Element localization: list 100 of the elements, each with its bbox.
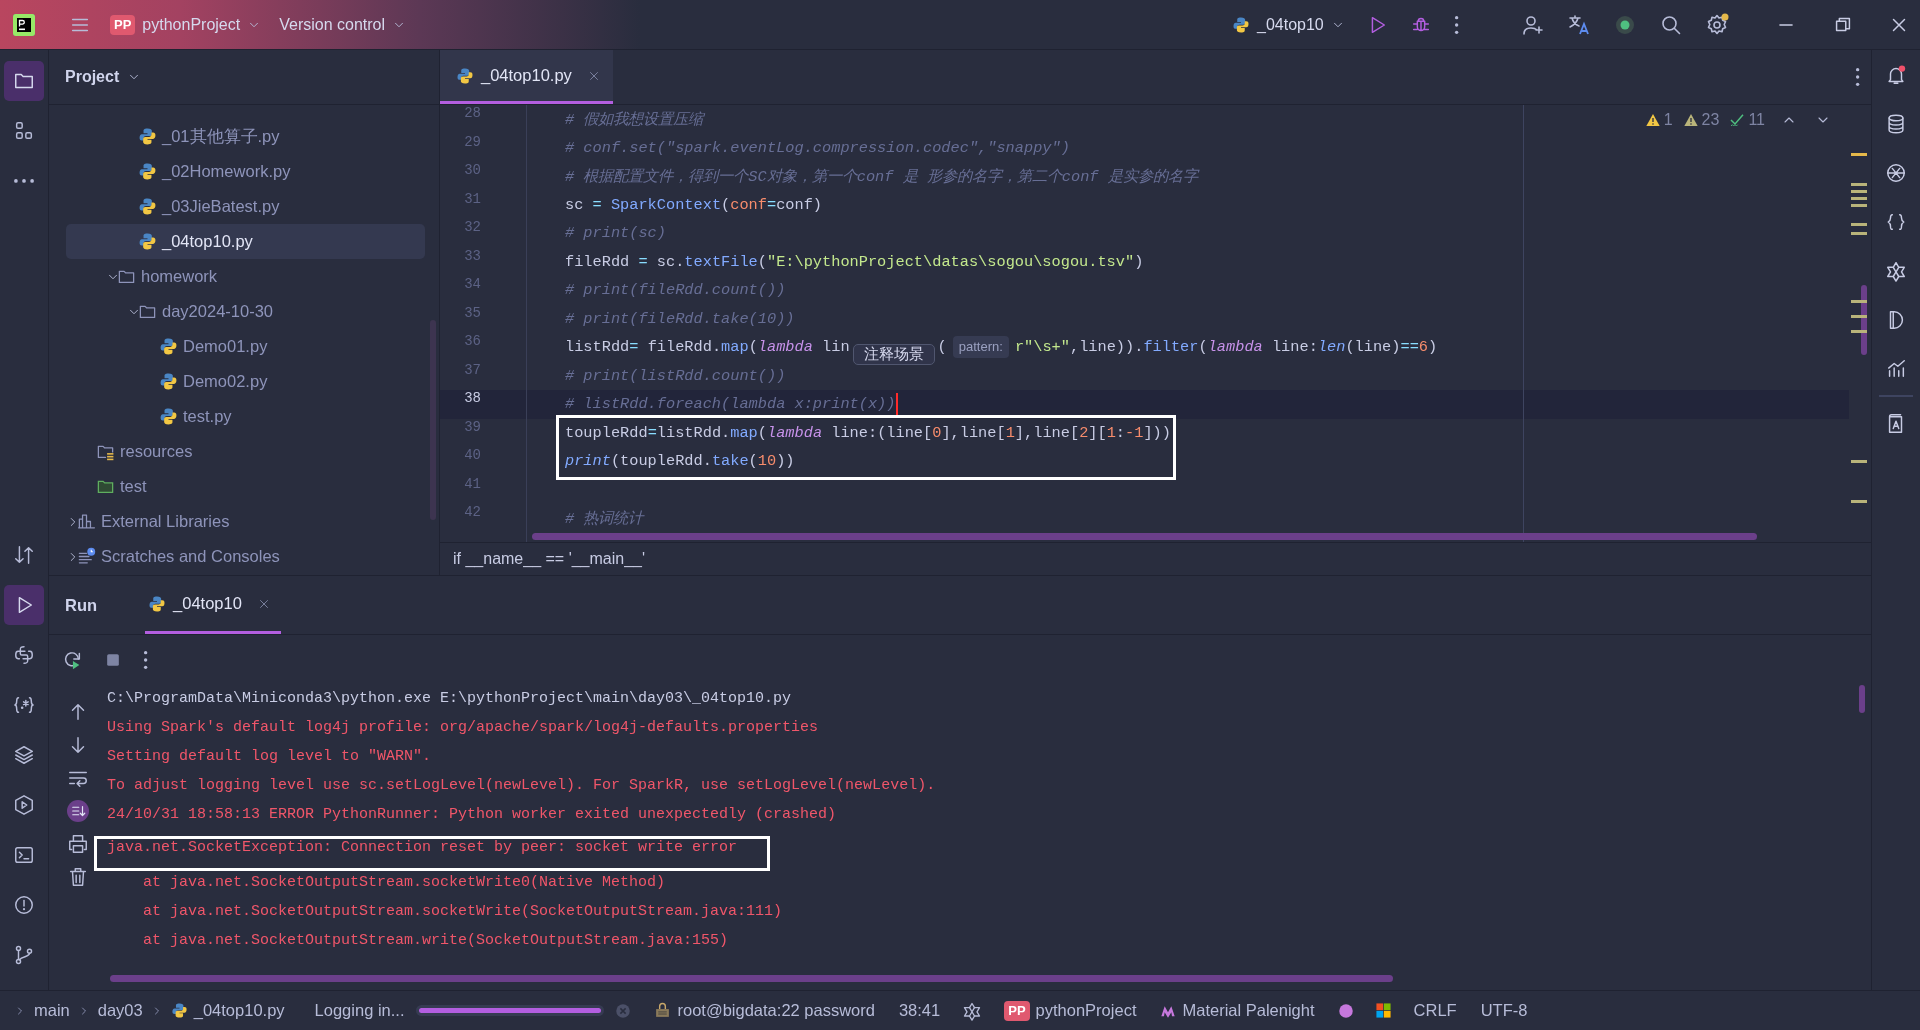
code-line: # print(listRdd.count()) (565, 366, 786, 385)
crumb-label: _04top10.py (193, 1001, 285, 1020)
line-number: 36 (463, 333, 482, 351)
layers-icon (13, 744, 35, 766)
scrollbar-thumb[interactable] (1859, 685, 1865, 713)
project-name: pythonProject (1035, 1001, 1137, 1020)
tree-item[interactable]: _04top10.py (66, 224, 425, 259)
print-icon[interactable] (67, 833, 89, 855)
line-number: 41 (463, 475, 482, 494)
python-file-icon (159, 337, 178, 356)
crossed-circle-icon[interactable] (1885, 162, 1907, 184)
circle-icon[interactable] (1336, 1001, 1355, 1020)
file-name: _04top10.py (162, 232, 253, 251)
task-label: Logging in... (314, 1001, 405, 1020)
breadcrumb[interactable]: if __name__ == '__main__' (440, 542, 1871, 575)
tree-item[interactable]: _02Homework.py (66, 154, 425, 189)
python-file-icon (138, 232, 157, 251)
tool-window-button[interactable] (4, 61, 44, 101)
line-number: 40 (463, 447, 482, 465)
star-knot-icon[interactable] (1885, 260, 1907, 282)
file-name: day2024-10-30 (162, 302, 273, 321)
scrollbar-thumb[interactable] (532, 533, 1757, 540)
console-line: at java.net.SocketOutputStream.socketWrite0(Native Method) (142, 874, 666, 893)
editor-tab[interactable]: _04top10.py (440, 50, 613, 104)
inspection-counter[interactable]: 23 (1682, 111, 1720, 129)
path-crumb[interactable]: _04top10.py (170, 1001, 285, 1020)
line-separator[interactable]: CRLF (1413, 1001, 1457, 1020)
trash-icon[interactable] (67, 866, 89, 888)
file-name: homework (141, 267, 218, 286)
python-file-icon (159, 372, 178, 391)
code-line: # print(sc) (565, 224, 666, 243)
tooltip: 注释场景 (852, 343, 935, 365)
tool-window-button[interactable] (4, 585, 44, 625)
scroll-to-end-icon[interactable] (67, 800, 89, 822)
path-crumb[interactable]: day03 (97, 1001, 143, 1020)
code-line: # 热词统计 (565, 508, 644, 529)
tree-item[interactable]: _01其他算子.py (66, 119, 425, 154)
line-number: 38 (440, 390, 526, 419)
run-configuration-name: _04top10 (1257, 15, 1324, 34)
run-configuration-dropdown[interactable]: _04top10 (1224, 11, 1353, 38)
error-stripe-markers[interactable] (1851, 153, 1867, 503)
file-name: resources (120, 442, 193, 461)
git-branch-icon (13, 944, 35, 966)
tree-item[interactable]: day2024-10-30 (66, 294, 425, 329)
tree-item[interactable]: homework (66, 259, 425, 294)
tree-item[interactable]: Demo02.py (66, 364, 425, 399)
tree-item[interactable]: resources (66, 434, 425, 469)
project-widget[interactable]: PP pythonProject (1004, 1000, 1137, 1021)
tree-item[interactable]: Scratches and Consoles (66, 539, 425, 574)
inspection-counter[interactable]: 11 (1729, 111, 1765, 129)
more-icon[interactable] (1854, 67, 1860, 87)
braces-icon[interactable] (1885, 211, 1907, 233)
tree-item[interactable]: test.py (66, 399, 425, 434)
scrollbar-thumb[interactable] (110, 975, 1393, 982)
database-icon[interactable] (1885, 113, 1907, 135)
console-line: at java.net.SocketOutputStream.socketWrite(SocketOutputStream.java:111) (142, 903, 783, 922)
tree-item[interactable]: Demo01.py (66, 329, 425, 364)
app-logo-icon (12, 12, 36, 37)
python-file-icon (138, 197, 157, 216)
console-line: Using Spark's default log4j profile: org/apache/spark/log4j-defaults.properties (107, 719, 819, 738)
notifications-icon[interactable] (1885, 64, 1907, 86)
path-crumb[interactable]: main (34, 1001, 70, 1020)
file-name: Demo02.py (183, 372, 268, 391)
tree-item[interactable]: External Libraries (66, 504, 425, 539)
library-icon (77, 512, 96, 531)
code-line: print(toupleRdd.take(10)) (565, 452, 795, 471)
tree-item[interactable]: test (66, 469, 425, 504)
inspection-counter[interactable]: 1 (1644, 111, 1673, 129)
windows-logo-icon[interactable] (1374, 1002, 1392, 1019)
tab-label: _04top10 (173, 594, 242, 613)
problems-icon (13, 894, 35, 916)
file-encoding[interactable]: UTF-8 (1480, 1001, 1528, 1020)
project-view-dropdown[interactable]: Project (59, 67, 148, 87)
tree-item[interactable]: _03JieBatest.py (66, 189, 425, 224)
chart-icon[interactable] (1885, 358, 1907, 380)
regex-icon (13, 694, 35, 716)
line-number: 42 (463, 504, 482, 522)
translate-icon[interactable] (1567, 12, 1591, 37)
project-name: pythonProject (142, 15, 241, 34)
line-number: 30 (463, 162, 482, 180)
code-line: # print(fileRdd.take(10)) (565, 309, 795, 328)
more-icon[interactable] (1453, 14, 1459, 35)
file-name: _01其他算子.py (162, 125, 280, 147)
services-icon (13, 794, 35, 816)
parameter-hint: pattern: (952, 336, 1009, 359)
file-name: test.py (183, 407, 232, 426)
typo-check-icon (1729, 112, 1746, 128)
code-line: # conf.set("spark.eventLog.compression.codec","snappy") (565, 138, 1070, 157)
line-number: 35 (463, 304, 482, 323)
caret-position[interactable]: 38:41 (898, 1001, 941, 1020)
run-tab[interactable]: _04top10 (145, 576, 281, 634)
project-dropdown[interactable]: PP pythonProject (102, 10, 270, 39)
settings-icon[interactable] (1705, 12, 1729, 37)
more-icon[interactable] (143, 650, 149, 670)
python-file-icon (148, 594, 167, 613)
line-number: 39 (463, 418, 482, 437)
version-control-dropdown[interactable]: Version control (271, 11, 415, 38)
console-line: C:\ProgramData\Miniconda3\python.exe E:\pythonProject\main\day03\_04top10.py (107, 690, 792, 709)
python-file-icon (138, 162, 157, 181)
python-file-icon (159, 407, 178, 426)
